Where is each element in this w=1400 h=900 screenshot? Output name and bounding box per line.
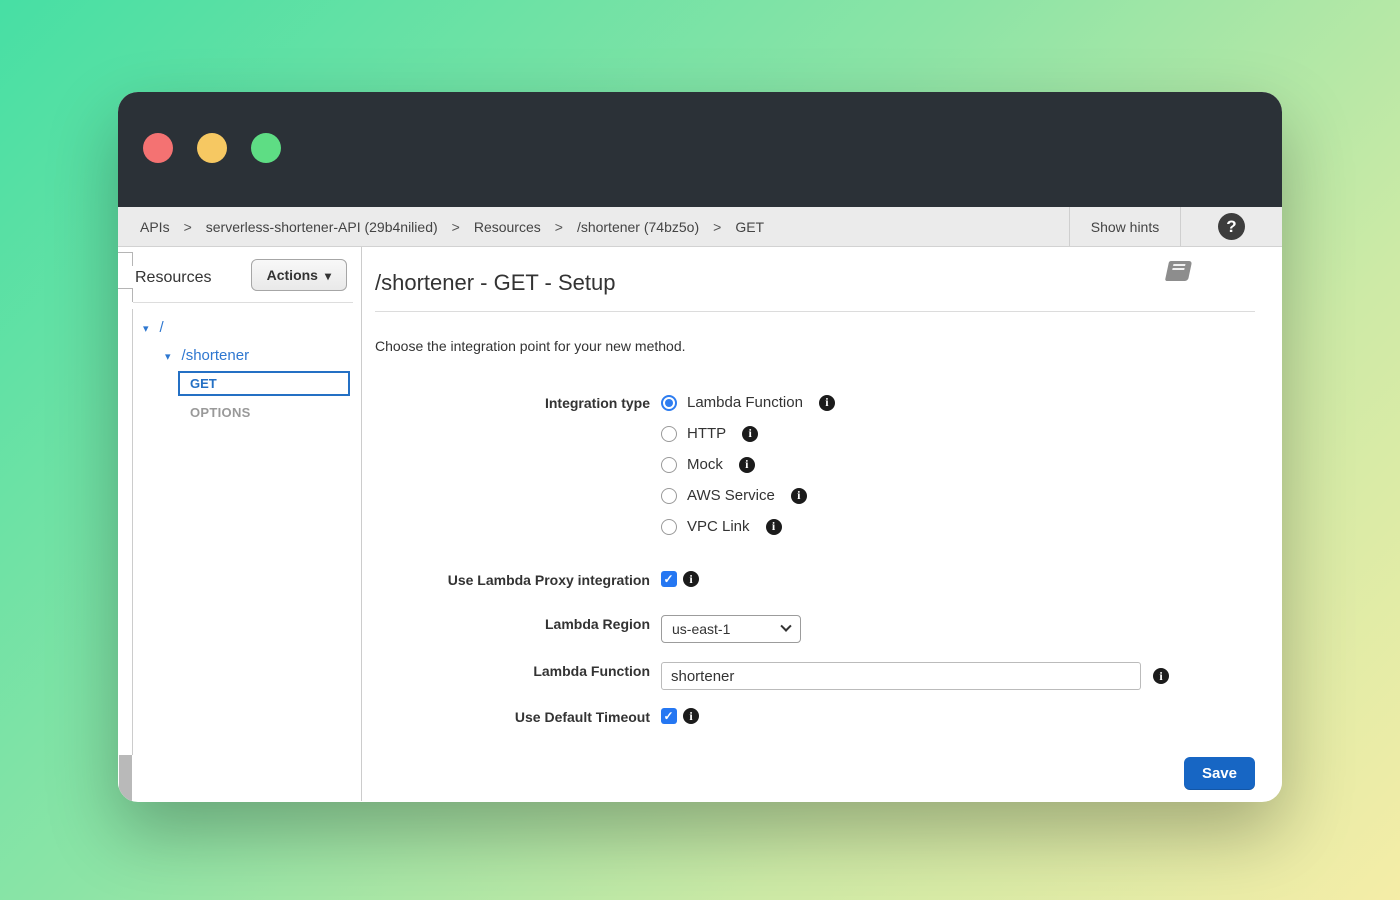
actions-button-label: Actions: [267, 267, 318, 283]
cropped-panel-corner: [118, 252, 133, 266]
tree-expand-icon[interactable]: [165, 347, 171, 364]
breadcrumb-bar: APIs > serverless-shortener-API (29b4nil…: [118, 207, 1282, 247]
show-hints-button[interactable]: Show hints: [1069, 207, 1181, 246]
integration-type-options: Lambda Function HTTP Mock: [661, 394, 835, 535]
radio-label: VPC Link: [687, 518, 750, 535]
radio-label: HTTP: [687, 425, 726, 442]
radio-label: Lambda Function: [687, 394, 803, 411]
breadcrumb-item-method[interactable]: GET: [735, 219, 764, 235]
content-area: Resources Actions / /shortener GET OPTIO…: [118, 247, 1282, 801]
info-icon[interactable]: [1153, 668, 1169, 684]
lambda-proxy-checkbox-checked[interactable]: [661, 571, 677, 587]
radio-label: Mock: [687, 456, 723, 473]
breadcrumb-item-resource-path[interactable]: /shortener (74bz5o): [577, 219, 699, 235]
breadcrumb-item-resources[interactable]: Resources: [474, 219, 541, 235]
info-icon[interactable]: [683, 571, 699, 587]
setup-description: Choose the integration point for your ne…: [375, 338, 1255, 354]
tree-method-get-selected[interactable]: GET: [178, 371, 350, 396]
setup-header: /shortener - GET - Setup: [375, 270, 1255, 312]
radio-option-mock[interactable]: Mock: [661, 456, 835, 473]
radio-unchecked-icon[interactable]: [661, 426, 677, 442]
radio-option-lambda-function[interactable]: Lambda Function: [661, 394, 835, 411]
radio-unchecked-icon[interactable]: [661, 519, 677, 535]
info-icon[interactable]: [742, 426, 758, 442]
minimize-button[interactable]: [197, 133, 227, 163]
breadcrumb-separator: >: [452, 219, 460, 235]
book-icon-shape: [1165, 261, 1192, 281]
tree-node-shortener[interactable]: /shortener: [165, 347, 361, 364]
lambda-region-select[interactable]: us-east-1: [661, 615, 801, 643]
app-window: APIs > serverless-shortener-API (29b4nil…: [118, 92, 1282, 802]
lambda-proxy-row: Use Lambda Proxy integration: [375, 571, 1255, 588]
lambda-function-label: Lambda Function: [375, 662, 650, 679]
info-icon[interactable]: [683, 708, 699, 724]
radio-option-aws-service[interactable]: AWS Service: [661, 487, 835, 504]
save-row: Save: [375, 757, 1255, 790]
sidebar-header: Resources Actions: [133, 247, 353, 303]
radio-option-vpc-link[interactable]: VPC Link: [661, 518, 835, 535]
cropped-panel-corner: [118, 288, 133, 302]
radio-option-http[interactable]: HTTP: [661, 425, 835, 442]
sidebar-title: Resources: [135, 269, 211, 287]
default-timeout-checkbox-checked[interactable]: [661, 708, 677, 724]
help-area: [1181, 207, 1282, 246]
tree-node-root[interactable]: /: [143, 319, 361, 336]
documentation-book-icon[interactable]: [1167, 261, 1190, 281]
lambda-function-row: Lambda Function: [375, 662, 1255, 690]
info-icon[interactable]: [791, 488, 807, 504]
tree-node-shortener-label: /shortener: [182, 347, 250, 364]
lambda-function-input[interactable]: [661, 662, 1141, 690]
breadcrumb-item-apis[interactable]: APIs: [140, 219, 170, 235]
tree-expand-icon[interactable]: [143, 319, 149, 336]
lambda-region-row: Lambda Region us-east-1: [375, 615, 1255, 643]
method-setup-panel: /shortener - GET - Setup Choose the inte…: [362, 247, 1282, 801]
breadcrumb-separator: >: [555, 219, 563, 235]
radio-checked-icon[interactable]: [661, 395, 677, 411]
breadcrumb: APIs > serverless-shortener-API (29b4nil…: [118, 207, 1069, 246]
resources-sidebar: Resources Actions / /shortener GET OPTIO…: [133, 247, 362, 801]
chevron-down-icon: [780, 621, 791, 632]
default-timeout-row: Use Default Timeout: [375, 708, 1255, 725]
breadcrumb-item-api-name[interactable]: serverless-shortener-API (29b4nilied): [206, 219, 438, 235]
breadcrumb-separator: >: [184, 219, 192, 235]
zoom-button[interactable]: [251, 133, 281, 163]
save-button[interactable]: Save: [1184, 757, 1255, 790]
lambda-region-selected-value: us-east-1: [672, 621, 730, 637]
setup-form: Integration type Lambda Function HTTP: [375, 394, 1255, 790]
default-timeout-label: Use Default Timeout: [375, 708, 650, 725]
integration-type-label: Integration type: [375, 394, 650, 411]
info-icon[interactable]: [819, 395, 835, 411]
left-panel-edge: [118, 247, 133, 801]
tree-node-root-label: /: [160, 319, 164, 336]
chevron-down-icon: [325, 267, 331, 283]
scrollbar-thumb[interactable]: [119, 755, 132, 801]
lambda-proxy-label: Use Lambda Proxy integration: [375, 571, 650, 588]
breadcrumb-separator: >: [713, 219, 721, 235]
resource-tree: / /shortener GET OPTIONS: [133, 319, 361, 420]
page-title: /shortener - GET - Setup: [375, 270, 1255, 296]
tree-method-options[interactable]: OPTIONS: [190, 405, 361, 420]
close-button[interactable]: [143, 133, 173, 163]
info-icon[interactable]: [739, 457, 755, 473]
window-titlebar: [118, 92, 1282, 207]
help-icon[interactable]: [1218, 213, 1245, 240]
radio-unchecked-icon[interactable]: [661, 457, 677, 473]
radio-unchecked-icon[interactable]: [661, 488, 677, 504]
integration-type-row: Integration type Lambda Function HTTP: [375, 394, 1255, 535]
info-icon[interactable]: [766, 519, 782, 535]
actions-button[interactable]: Actions: [251, 259, 347, 291]
lambda-region-label: Lambda Region: [375, 615, 650, 632]
radio-label: AWS Service: [687, 487, 775, 504]
